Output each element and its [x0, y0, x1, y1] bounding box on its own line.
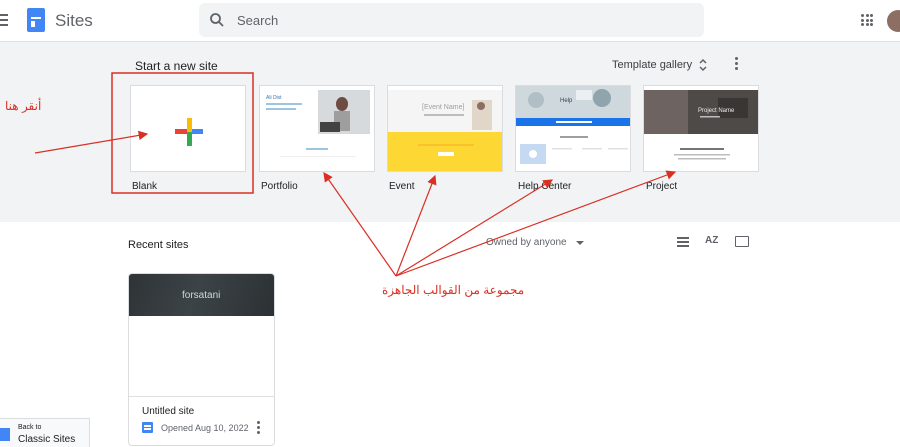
more-vert-icon[interactable]	[735, 57, 739, 71]
recent-site-banner-text: forsatani	[182, 290, 221, 301]
folder-icon[interactable]	[735, 236, 749, 247]
project-preview: Project Name	[644, 86, 758, 160]
menu-icon[interactable]	[0, 14, 10, 26]
recent-sites-title: Recent sites	[128, 239, 189, 251]
sites-doc-icon	[142, 422, 153, 433]
owner-filter-dropdown[interactable]: Owned by anyone	[486, 237, 567, 248]
more-vert-icon[interactable]	[257, 421, 261, 435]
template-card-help-center[interactable]: Help	[515, 85, 631, 172]
annotation-click-here: أنقر هنا	[5, 99, 42, 113]
caret-down-icon[interactable]	[576, 241, 584, 245]
recent-site-card[interactable]: forsatani Untitled site Opened Aug 10, 2…	[128, 273, 275, 446]
recent-site-opened-date: Opened Aug 10, 2022	[161, 423, 249, 433]
divider	[129, 396, 274, 397]
search-icon[interactable]	[209, 12, 225, 28]
start-new-site-label: Start a new site	[135, 59, 218, 73]
project-preview-title: Project Name	[698, 108, 735, 114]
list-view-icon[interactable]	[677, 237, 689, 247]
template-label-event: Event	[389, 181, 415, 192]
template-gallery-button[interactable]: Template gallery	[612, 59, 692, 71]
app-title[interactable]: Sites	[55, 11, 93, 31]
back-to-classic-sites-button[interactable]: Back to Classic Sites	[0, 418, 90, 447]
portfolio-preview: Ali Dist	[260, 86, 374, 171]
portfolio-preview-title: Ali Dist	[266, 95, 282, 101]
avatar[interactable]	[887, 10, 900, 32]
classic-line2: Classic Sites	[18, 434, 76, 445]
help-center-preview: Help	[516, 86, 630, 164]
event-preview-title: [Event Name]	[422, 104, 464, 111]
annotation-templates-note: مجموعة من القوالب الجاهزة	[382, 283, 525, 297]
template-label-blank: Blank	[132, 181, 158, 192]
plus-icon	[175, 118, 203, 146]
classic-line1: Back to	[18, 424, 42, 431]
template-card-event[interactable]: [Event Name]	[387, 85, 503, 172]
template-label-portfolio: Portfolio	[261, 181, 298, 192]
help-preview-title: Help	[560, 98, 573, 104]
event-preview: [Event Name]	[388, 86, 502, 171]
template-label-help-center: Help Center	[518, 181, 572, 192]
template-card-portfolio[interactable]: Ali Dist	[259, 85, 375, 172]
sites-logo-icon[interactable]	[27, 8, 45, 32]
top-bar: Sites Search	[0, 0, 900, 42]
unfold-icon[interactable]	[698, 57, 708, 73]
apps-grid-icon[interactable]	[861, 14, 873, 26]
template-label-project: Project	[646, 181, 678, 192]
recent-site-name: Untitled site	[142, 406, 195, 417]
classic-sites-icon	[0, 428, 10, 441]
search-bar[interactable]: Search	[199, 3, 704, 37]
recent-site-thumbnail: forsatani	[129, 274, 274, 316]
sort-az-icon[interactable]: AZ	[705, 235, 718, 246]
template-card-project[interactable]: Project Name	[643, 85, 759, 172]
search-input[interactable]: Search	[237, 13, 278, 28]
